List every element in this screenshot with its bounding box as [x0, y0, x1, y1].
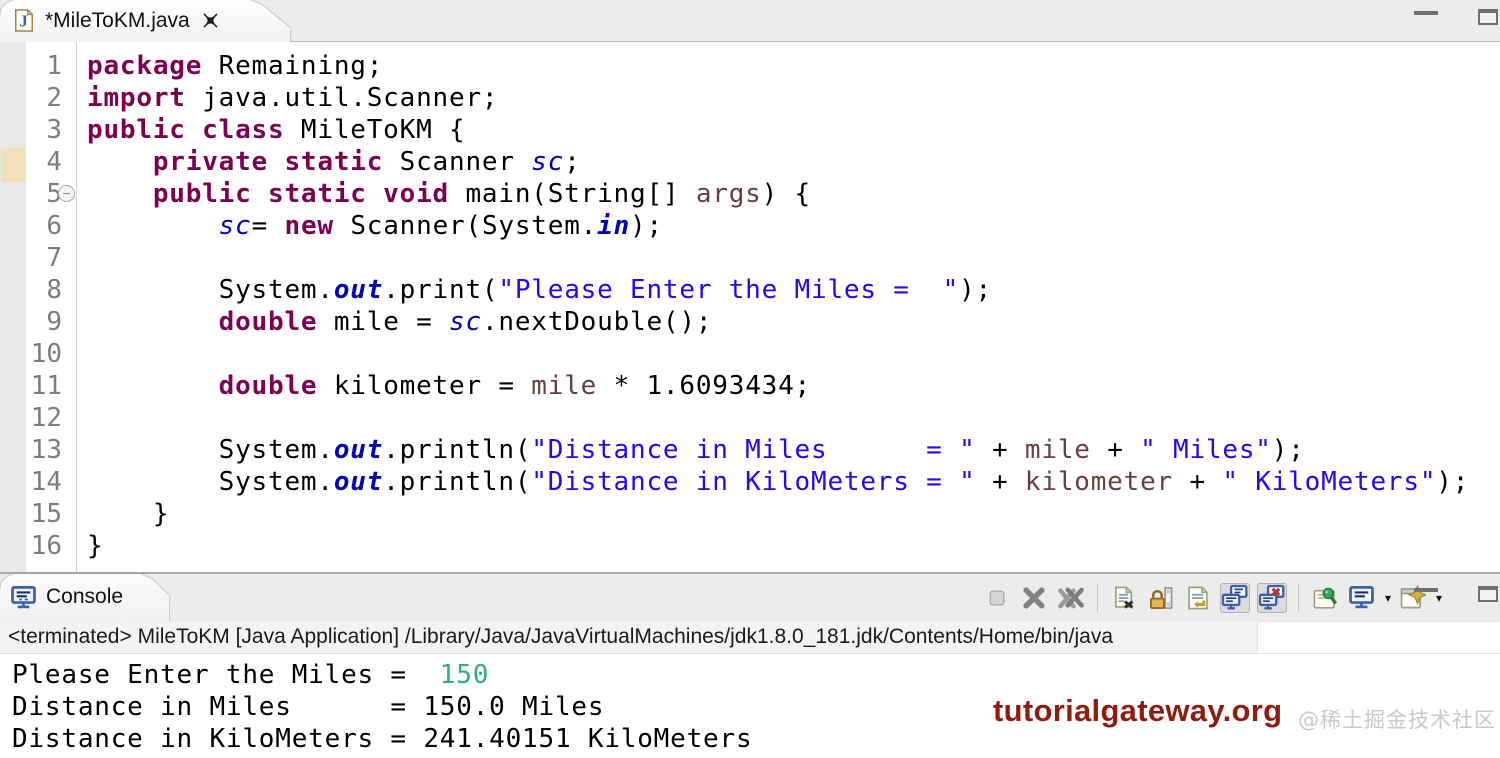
line-number: 12	[30, 403, 62, 433]
line-number: 1	[46, 51, 62, 81]
terminate-button[interactable]	[982, 583, 1012, 613]
code-line[interactable]: System.out.print("Please Enter the Miles…	[87, 274, 1500, 306]
line-number: 4	[46, 147, 62, 177]
remove-all-terminated-button[interactable]	[1056, 583, 1086, 613]
line-number: 6	[46, 211, 62, 241]
code-line[interactable]: private static Scanner sc;	[87, 146, 1500, 178]
clear-console-button[interactable]	[1109, 583, 1139, 613]
code-line[interactable]: System.out.println("Distance in KiloMete…	[87, 466, 1500, 498]
svg-text:J: J	[20, 12, 28, 31]
maximize-editor-button[interactable]	[1478, 9, 1498, 25]
folding-ruler	[62, 42, 77, 572]
line-number: 8	[46, 275, 62, 305]
console-tab-label: Console	[46, 585, 124, 608]
code-line[interactable]: public static void main(String[] args) {	[87, 178, 1500, 210]
show-console-stdout-button[interactable]	[1219, 582, 1250, 613]
line-number: 11	[30, 371, 62, 401]
code-line[interactable]	[87, 402, 1500, 434]
tab-close-icon[interactable]	[201, 11, 220, 30]
editor-tab-miletokm[interactable]: J *MileToKM.java	[0, 0, 290, 43]
java-file-icon: J	[12, 7, 36, 34]
code-line[interactable]	[87, 338, 1500, 370]
word-wrap-button[interactable]	[1183, 583, 1213, 613]
line-number: 7	[46, 243, 62, 273]
remove-launch-button[interactable]	[1019, 583, 1049, 613]
brand-watermark: tutorialgateway.org	[993, 693, 1283, 728]
terminated-status-text: <terminated> MileToKM [Java Application]…	[8, 625, 1114, 648]
code-line[interactable]: sc= new Scanner(System.in);	[87, 210, 1500, 242]
display-selected-console-button[interactable]	[1347, 583, 1377, 613]
code-line[interactable]: System.out.println("Distance in Miles = …	[87, 434, 1500, 466]
community-watermark: @稀土掘金技术社区	[1298, 708, 1496, 732]
console-icon	[10, 584, 37, 611]
code-line[interactable]: import java.util.Scanner;	[87, 82, 1500, 114]
line-number: 3	[46, 115, 62, 145]
editor-tabbar: J *MileToKM.java	[0, 0, 1500, 43]
code-line[interactable]: }	[87, 498, 1500, 530]
code-line[interactable]: public class MileToKM {	[87, 114, 1500, 146]
display-console-dropdown-icon[interactable]: ▾	[1385, 591, 1391, 605]
code-editor[interactable]: 1 2 3 4 5 6 7 8 9 10 11 12 13 14 15 16 package Remainin…	[0, 42, 1500, 572]
console-output[interactable]: tutorialgateway.org @稀土掘金技术社区 Please Ent…	[0, 654, 1500, 756]
occurrence-marker	[1, 148, 25, 182]
show-console-stderr-button[interactable]	[1256, 582, 1287, 613]
line-number: 5	[46, 179, 62, 209]
scroll-lock-button[interactable]	[1146, 583, 1176, 613]
pin-console-button[interactable]	[1310, 583, 1340, 613]
toolbar-separator	[1096, 583, 1098, 612]
minimize-console-button[interactable]	[1414, 588, 1438, 592]
annotation-ruler	[0, 42, 26, 572]
console-output-line: Please Enter the Miles = 150	[12, 660, 490, 690]
code-line[interactable]: }	[87, 530, 1500, 562]
line-number: 10	[30, 339, 62, 369]
line-number: 14	[30, 467, 62, 497]
line-number: 9	[46, 307, 62, 337]
line-number: 16	[30, 531, 62, 561]
console-tab[interactable]: Console	[0, 574, 170, 622]
maximize-console-button[interactable]	[1478, 586, 1498, 602]
editor-tab-title: *MileToKM.java	[45, 8, 190, 32]
line-number: 13	[30, 435, 62, 465]
line-number: 15	[30, 499, 62, 529]
console-header: Console ▾ ▾	[0, 572, 1500, 622]
code-line[interactable]: double kilometer = mile * 1.6093434;	[87, 370, 1500, 402]
console-panel: Console ▾ ▾ <terminated> MileToKM [Java …	[0, 572, 1500, 758]
blank-overlay	[1258, 622, 1500, 653]
code-line[interactable]	[87, 242, 1500, 274]
console-status-line: <terminated> MileToKM [Java Application]…	[0, 621, 1500, 654]
fold-collapse-icon[interactable]: −	[58, 185, 75, 202]
console-toolbar: ▾ ▾	[982, 574, 1442, 621]
toolbar-separator	[1297, 583, 1299, 612]
code-line[interactable]: double mile = sc.nextDouble();	[87, 306, 1500, 338]
line-number: 2	[46, 83, 62, 113]
line-number-gutter: 1 2 3 4 5 6 7 8 9 10 11 12 13 14 15 16	[26, 42, 62, 572]
minimize-editor-button[interactable]	[1414, 11, 1438, 15]
code-area[interactable]: package Remaining; import java.util.Scann…	[77, 42, 1500, 572]
code-line[interactable]: package Remaining;	[87, 50, 1500, 82]
